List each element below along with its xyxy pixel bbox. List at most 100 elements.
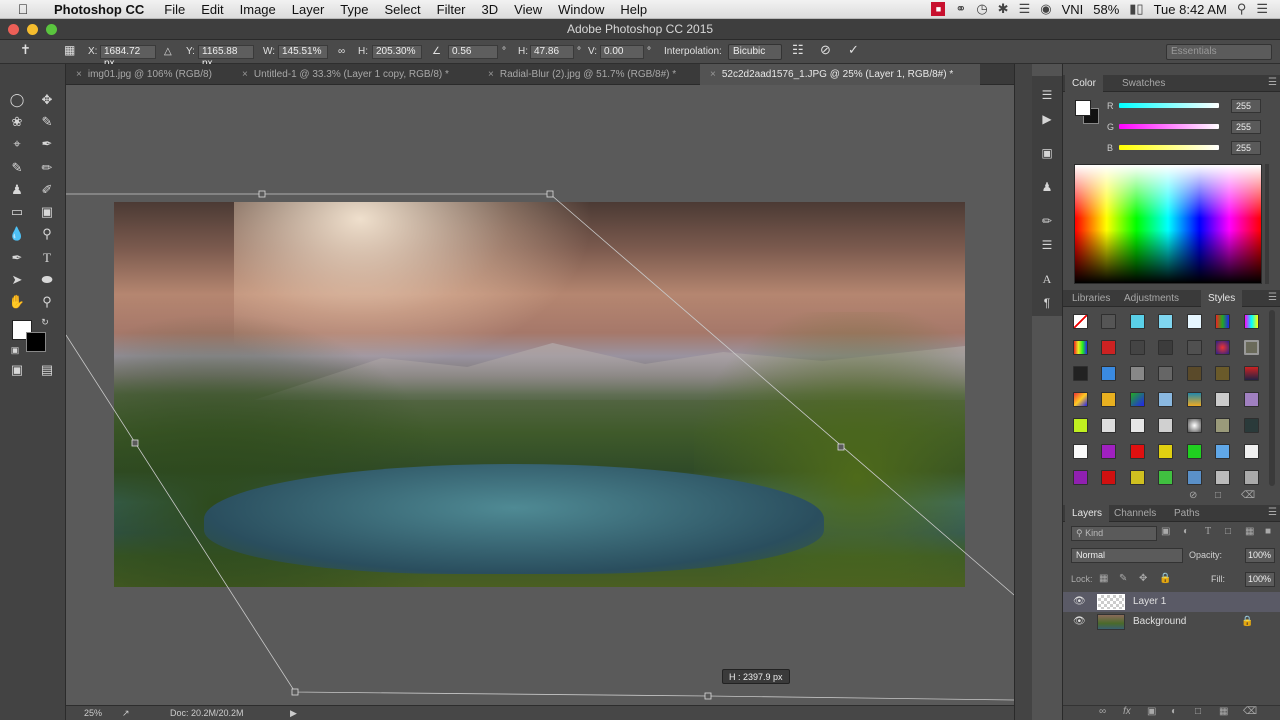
blur-tool-icon[interactable]: 💧 <box>6 224 28 244</box>
menu-filter[interactable]: Filter <box>429 2 474 17</box>
r-value[interactable]: 255 <box>1231 99 1261 113</box>
layer-style-icon[interactable]: fx <box>1123 706 1131 717</box>
style-swatch[interactable] <box>1101 366 1116 381</box>
input-source-label[interactable]: VNI <box>1062 2 1084 17</box>
link-layers-icon[interactable]: ∞ <box>1099 706 1106 717</box>
new-group-icon[interactable]: □ <box>1195 706 1201 717</box>
layer-row[interactable]: 👁 Layer 1 <box>1063 592 1280 612</box>
style-swatch[interactable] <box>1215 366 1230 381</box>
clone-stamp-tool-icon[interactable]: ♟ <box>6 180 28 200</box>
paragraph-panel-icon[interactable]: ¶ <box>1038 294 1056 312</box>
warp-mode-icon[interactable]: ☷ <box>792 43 804 57</box>
y-field[interactable]: 1165.88 px <box>198 45 254 69</box>
style-swatch[interactable] <box>1187 340 1202 355</box>
crop-tool-icon[interactable]: ⌖ <box>6 134 28 154</box>
zoom-tool-icon[interactable]: ⚲ <box>36 292 58 312</box>
clone-source-panel-icon[interactable]: ♟ <box>1038 178 1056 196</box>
r-slider[interactable] <box>1119 103 1219 108</box>
style-swatch[interactable] <box>1244 340 1259 355</box>
close-tab-icon[interactable]: × <box>710 69 716 80</box>
brush-presets-panel-icon[interactable]: ✏ <box>1038 212 1056 230</box>
style-swatch[interactable] <box>1101 470 1116 485</box>
style-swatch[interactable] <box>1101 418 1116 433</box>
tab-swatches[interactable]: Swatches <box>1115 75 1172 92</box>
adobe-cc-icon[interactable]: ■ <box>931 2 946 16</box>
style-swatch[interactable] <box>1073 392 1088 407</box>
menu-3d[interactable]: 3D <box>474 2 507 17</box>
quick-mask-icon[interactable]: ▣ <box>6 360 28 380</box>
b-value[interactable]: 255 <box>1231 141 1261 155</box>
delta-icon[interactable]: △ <box>164 45 172 59</box>
document-canvas[interactable]: H : 2397.9 px <box>66 85 1014 705</box>
style-swatch[interactable] <box>1101 314 1116 329</box>
commit-transform-icon[interactable]: ✓ <box>848 43 859 57</box>
ellipse-tool-icon[interactable]: ⬬ <box>36 270 58 290</box>
move-tool-preset-icon[interactable]: ✝ <box>20 43 31 57</box>
style-swatch[interactable] <box>1158 392 1173 407</box>
b-slider[interactable] <box>1119 145 1219 150</box>
tab-adjustments[interactable]: Adjustments <box>1117 290 1186 307</box>
style-swatch[interactable] <box>1073 470 1088 485</box>
dodge-tool-icon[interactable]: ⚲ <box>36 224 58 244</box>
battery-icon[interactable]: ▮▯ <box>1129 1 1143 17</box>
style-swatch[interactable] <box>1101 340 1116 355</box>
menu-type[interactable]: Type <box>332 2 376 17</box>
style-swatch[interactable] <box>1130 366 1145 381</box>
marquee-tool-icon[interactable]: ◯ <box>6 90 28 110</box>
tab-libraries[interactable]: Libraries <box>1065 290 1117 307</box>
style-swatch[interactable] <box>1158 444 1173 459</box>
close-tab-icon[interactable]: × <box>76 69 82 80</box>
style-swatch[interactable] <box>1244 314 1259 329</box>
pen-tool-icon[interactable]: ✒ <box>6 248 28 268</box>
menu-help[interactable]: Help <box>612 2 655 17</box>
time-machine-icon[interactable]: ◷ <box>976 1 987 17</box>
history-brush-tool-icon[interactable]: ✐ <box>36 180 58 200</box>
style-swatch[interactable] <box>1130 340 1145 355</box>
interpolation-select[interactable]: Bicubic <box>728 44 782 60</box>
link-icon[interactable]: ∞ <box>338 45 345 59</box>
gradient-tool-icon[interactable]: ▣ <box>36 202 58 222</box>
filter-toggle-icon[interactable]: ■ <box>1265 526 1271 537</box>
style-swatch[interactable] <box>1130 314 1145 329</box>
tab-layers[interactable]: Layers <box>1065 505 1110 522</box>
style-swatch[interactable] <box>1073 444 1088 459</box>
filter-pixel-icon[interactable]: ▣ <box>1161 526 1170 537</box>
style-swatch[interactable] <box>1215 418 1230 433</box>
spectrum-scrollbar[interactable] <box>1265 164 1269 284</box>
screen-mode-icon[interactable]: ▤ <box>36 360 58 380</box>
style-swatch[interactable] <box>1244 392 1259 407</box>
menu-clock[interactable]: Tue 8:42 AM <box>1154 2 1227 17</box>
style-swatch[interactable] <box>1101 392 1116 407</box>
menu-select[interactable]: Select <box>376 2 428 17</box>
status-menu-arrow-icon[interactable]: ▶ <box>290 706 297 720</box>
style-swatch[interactable] <box>1073 418 1088 433</box>
creative-cloud-icon[interactable]: ⚭ <box>955 1 966 17</box>
h-field[interactable]: 205.30% <box>372 45 422 59</box>
style-swatch[interactable] <box>1130 444 1145 459</box>
default-colors-icon[interactable]: ▣ <box>4 340 26 360</box>
document-tab[interactable]: × Radial-Blur (2).jpg @ 51.7% (RGB/8#) * <box>478 64 700 85</box>
panel-menu-icon[interactable]: ☰ <box>1268 292 1277 303</box>
tab-channels[interactable]: Channels <box>1107 505 1163 522</box>
new-layer-icon[interactable]: ▦ <box>1219 706 1228 717</box>
reference-point-icon[interactable]: ▦ <box>64 43 75 57</box>
background-color-swatch[interactable] <box>26 332 46 352</box>
tab-styles[interactable]: Styles <box>1201 290 1243 307</box>
x-field[interactable]: 1684.72 px <box>100 45 156 69</box>
type-tool-icon[interactable]: T <box>36 248 58 268</box>
style-swatch[interactable] <box>1187 392 1202 407</box>
filter-shape-icon[interactable]: □ <box>1225 526 1231 537</box>
style-swatch[interactable] <box>1158 418 1173 433</box>
move-tool-icon[interactable]: ✥ <box>36 90 58 110</box>
free-transform-box[interactable] <box>66 85 1014 705</box>
menu-image[interactable]: Image <box>232 2 284 17</box>
style-swatch[interactable] <box>1073 366 1088 381</box>
style-swatch[interactable] <box>1215 340 1230 355</box>
style-swatch[interactable] <box>1073 314 1088 329</box>
w-field[interactable]: 145.51% <box>278 45 328 59</box>
lock-position-icon[interactable]: ✥ <box>1139 573 1147 584</box>
cancel-transform-icon[interactable]: ⊘ <box>820 43 831 57</box>
vskew-field[interactable]: 0.00 <box>600 45 644 59</box>
layer-filter-kind[interactable]: ⚲ Kind <box>1071 526 1157 541</box>
brush-tool-icon[interactable]: ✏ <box>36 158 58 178</box>
